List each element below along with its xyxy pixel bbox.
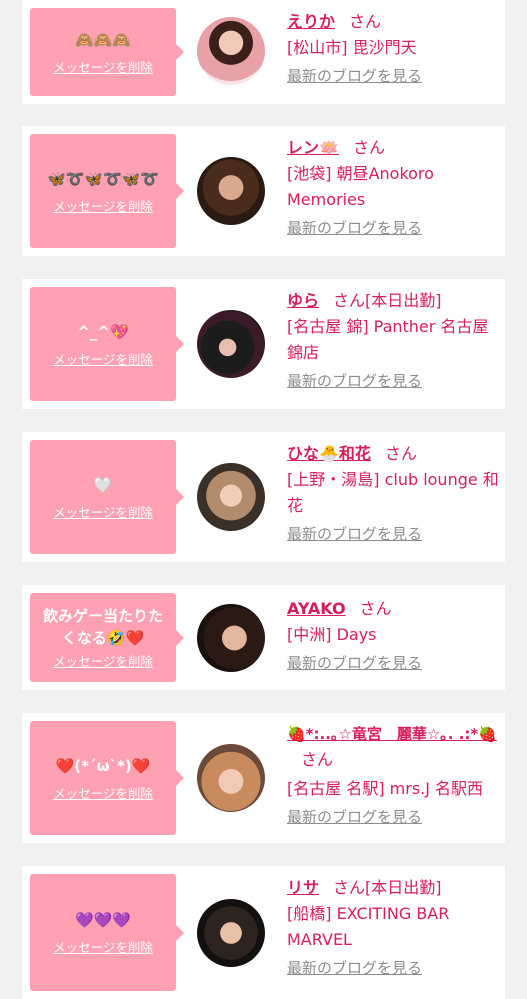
message-card: 🦋➰🦋➰🦋➰ メッセージを削除 レン🪷 さん [池袋] 朝昼Anokoro Mem… [22, 126, 505, 256]
delete-message-link[interactable]: メッセージを削除 [53, 57, 153, 76]
blog-link[interactable]: 最新のブログを見る [287, 806, 422, 827]
message-text: 💜💜💜 [74, 911, 132, 929]
cast-info: レン🪷 さん [池袋] 朝昼Anokoro Memories 最新のブログを見る [287, 134, 499, 238]
shop-name: [名古屋 錦] Panther 名古屋錦店 [287, 317, 489, 362]
delete-message-link[interactable]: メッセージを削除 [53, 783, 153, 802]
avatar[interactable] [197, 17, 265, 85]
honorific: さん [333, 291, 366, 310]
message-card: 🙈🙈🙈 メッセージを削除 えりか さん [松山市] 毘沙門天 最新のブログを見る [22, 0, 505, 104]
honorific: さん [333, 878, 366, 897]
delete-message-link[interactable]: メッセージを削除 [53, 651, 153, 670]
message-bubble: 飲みゲー当たりたくなる🤣❤️ メッセージを削除 [30, 593, 184, 682]
avatar[interactable] [197, 744, 265, 812]
cast-info: ひな🐣和花 さん [上野・湯島] club lounge 和花 最新のブログを見る [287, 440, 499, 544]
message-card: 🤍 メッセージを削除 ひな🐣和花 さん [上野・湯島] club lounge 和… [22, 432, 505, 562]
message-text: 飲みゲー当たりたくなる🤣❤️ [42, 607, 163, 647]
message-card: 飲みゲー当たりたくなる🤣❤️ メッセージを削除 AYAKO さん [中洲] Day… [22, 585, 505, 690]
cast-name-link[interactable]: えりか [287, 12, 335, 31]
cast-info: 🍓*:..｡☆竜宮 麗華☆｡. .:*🍓 さん [名古屋 名駅] mrs.J 名駅… [287, 721, 499, 827]
message-bubble: 💜💜💜 メッセージを削除 [30, 874, 184, 991]
message-text: 🦋➰🦋➰🦋➰ [46, 169, 160, 188]
cast-name-link[interactable]: 🍓*:..｡☆竜宮 麗華☆｡. .:*🍓 [287, 725, 497, 743]
shop-name: [松山市] 毘沙門天 [287, 38, 417, 57]
honorific: さん [301, 750, 334, 769]
blog-link[interactable]: 最新のブログを見る [287, 652, 422, 673]
honorific: さん [384, 444, 417, 463]
blog-link[interactable]: 最新のブログを見る [287, 370, 422, 391]
shop-name: [船橋] EXCITING BAR MARVEL [287, 904, 450, 949]
avatar[interactable] [197, 604, 265, 672]
message-bubble: ❤️(*´ω`*)❤️ メッセージを削除 [30, 721, 184, 835]
cast-name-link[interactable]: レン🪷 [287, 138, 339, 157]
blog-link[interactable]: 最新のブログを見る [287, 65, 422, 86]
blog-link[interactable]: 最新のブログを見る [287, 957, 422, 978]
avatar[interactable] [197, 310, 265, 378]
avatar[interactable] [197, 463, 265, 531]
cast-name-link[interactable]: AYAKO [287, 599, 346, 618]
avatar[interactable] [197, 157, 265, 225]
delete-message-link[interactable]: メッセージを削除 [53, 502, 153, 521]
delete-message-link[interactable]: メッセージを削除 [53, 937, 153, 956]
avatar[interactable] [197, 899, 265, 967]
message-card: ❤️(*´ω`*)❤️ メッセージを削除 🍓*:..｡☆竜宮 麗華☆｡. .:*… [22, 713, 505, 843]
shop-name: [池袋] 朝昼Anokoro Memories [287, 164, 434, 209]
cast-name-link[interactable]: ゆら [287, 291, 319, 310]
cast-name-link[interactable]: リサ [287, 878, 319, 897]
honorific: さん [359, 599, 392, 618]
message-text: ^_^💖 [77, 322, 129, 341]
blog-link[interactable]: 最新のブログを見る [287, 217, 422, 238]
message-card: 💜💜💜 メッセージを削除 リサ さん[本日出勤] [船橋] EXCITING BA… [22, 866, 505, 999]
shop-name: [名古屋 名駅] mrs.J 名駅西 [287, 779, 484, 798]
message-bubble: 🦋➰🦋➰🦋➰ メッセージを削除 [30, 134, 184, 248]
cast-info: AYAKO さん [中洲] Days 最新のブログを見る [287, 595, 499, 673]
blog-link[interactable]: 最新のブログを見る [287, 523, 422, 544]
cast-name-link[interactable]: ひな🐣和花 [287, 444, 371, 463]
message-bubble: 🙈🙈🙈 メッセージを削除 [30, 8, 184, 96]
work-status: [本日出勤] [365, 878, 442, 897]
shop-name: [上野・湯島] club lounge 和花 [287, 470, 499, 515]
cast-info: ゆら さん[本日出勤] [名古屋 錦] Panther 名古屋錦店 最新のブログを… [287, 287, 499, 391]
message-bubble: 🤍 メッセージを削除 [30, 440, 184, 554]
work-status: [本日出勤] [365, 291, 442, 310]
message-text: 🤍 [93, 475, 113, 494]
shop-name: [中洲] Days [287, 625, 377, 644]
delete-message-link[interactable]: メッセージを削除 [53, 349, 153, 368]
message-card: ^_^💖 メッセージを削除 ゆら さん[本日出勤] [名古屋 錦] Panther… [22, 279, 505, 409]
honorific: さん [352, 138, 385, 157]
cast-info: えりか さん [松山市] 毘沙門天 最新のブログを見る [287, 8, 499, 86]
message-bubble: ^_^💖 メッセージを削除 [30, 287, 184, 401]
honorific: さん [349, 12, 382, 31]
cast-info: リサ さん[本日出勤] [船橋] EXCITING BAR MARVEL 最新のブ… [287, 874, 499, 978]
delete-message-link[interactable]: メッセージを削除 [53, 196, 153, 215]
message-text: ❤️(*´ω`*)❤️ [55, 756, 151, 775]
message-text: 🙈🙈🙈 [74, 30, 132, 49]
